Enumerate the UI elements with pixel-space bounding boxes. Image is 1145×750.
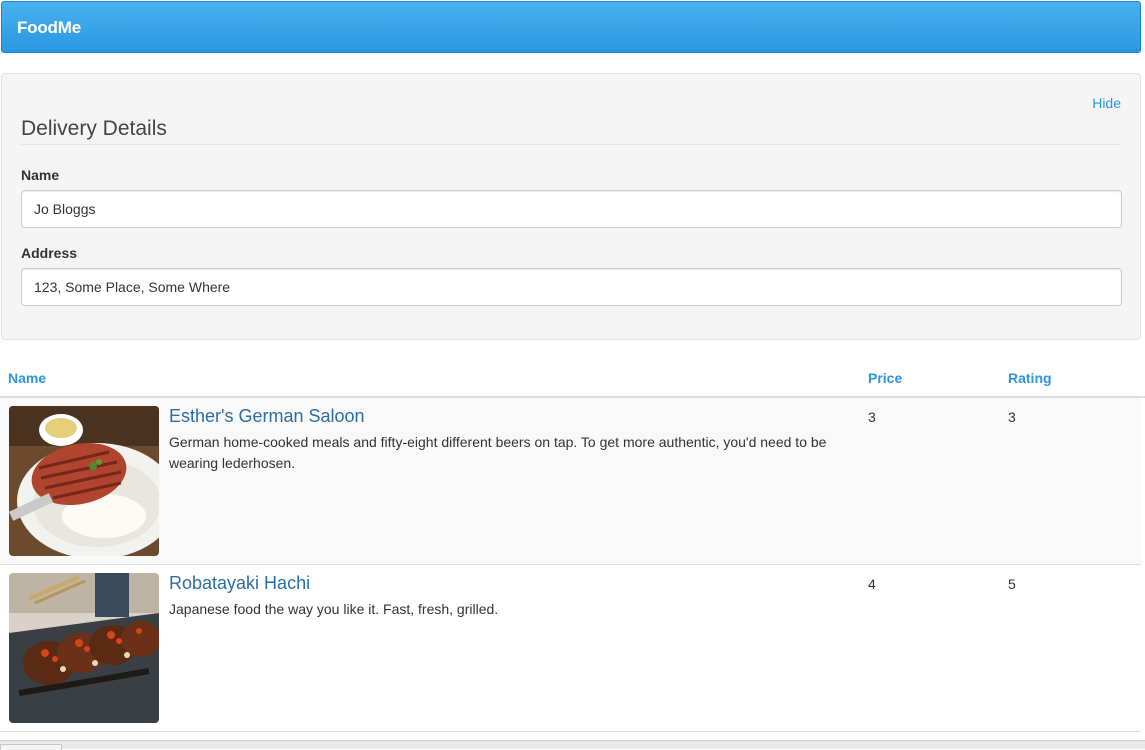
horizontal-scrollbar[interactable]: [0, 740, 1145, 750]
restaurant-rating: 3: [1008, 409, 1016, 425]
sushi-roll-photo-icon: [9, 573, 159, 723]
restaurant-price: 4: [868, 576, 876, 592]
restaurant-description: Japanese food the way you like it. Fast,…: [169, 601, 499, 617]
restaurant-thumbnail[interactable]: [9, 573, 159, 723]
restaurant-table-header: Name Price Rating: [0, 358, 1145, 398]
name-input[interactable]: [21, 190, 1122, 228]
restaurant-thumbnail[interactable]: [9, 406, 159, 556]
hide-link[interactable]: Hide: [1092, 95, 1121, 111]
sort-by-rating-header[interactable]: Rating: [1008, 370, 1052, 386]
restaurant-name-link[interactable]: Esther's German Saloon: [169, 406, 365, 427]
sort-by-name-header[interactable]: Name: [8, 370, 46, 386]
brand-link[interactable]: FoodMe: [17, 18, 81, 38]
address-label: Address: [21, 245, 78, 261]
restaurant-name-link[interactable]: Robatayaki Hachi: [169, 573, 310, 594]
address-input[interactable]: [21, 268, 1122, 306]
restaurant-description: German home-cooked meals and fifty-eight…: [169, 434, 827, 471]
delivery-details-panel: Hide Delivery Details Name Address: [1, 73, 1141, 340]
delivery-details-title: Delivery Details: [21, 117, 1121, 145]
grilled-steak-photo-icon: [9, 406, 159, 556]
restaurant-rating: 5: [1008, 576, 1016, 592]
navbar: FoodMe: [1, 1, 1141, 53]
scrollbar-tab[interactable]: [0, 744, 62, 750]
restaurant-row: Esther's German Saloon German home-cooke…: [0, 398, 1141, 565]
restaurant-price: 3: [868, 409, 876, 425]
sort-by-price-header[interactable]: Price: [868, 370, 902, 386]
restaurant-row: Robatayaki Hachi Japanese food the way y…: [0, 565, 1141, 732]
name-label: Name: [21, 167, 60, 183]
